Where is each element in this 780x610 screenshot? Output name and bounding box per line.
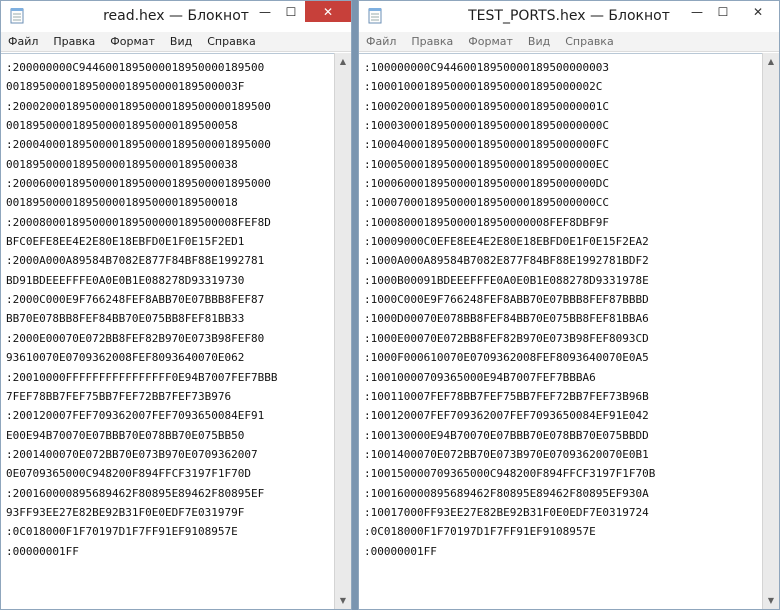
scroll-down-arrow-icon[interactable]: ▼	[763, 592, 779, 609]
menu-bar: Файл Правка Формат Вид Справка	[359, 32, 779, 52]
hex-line: :10010000709365000E94B7007FEF7BBBA6	[364, 370, 596, 384]
hex-line: :10003000189500001895000018950000000C	[364, 119, 610, 133]
hex-line: :2000E00070E072BB8FEF82B970E073B98FEF80	[6, 331, 265, 345]
hex-line: :2000A000A89584B7082E877F84BF88E1992781	[6, 254, 265, 268]
menu-format[interactable]: Формат	[468, 35, 513, 48]
hex-line: 00189500001895000018950000189500038	[6, 157, 238, 171]
hex-line: :200020001895000018950000189500000189500	[6, 99, 271, 113]
scroll-up-arrow-icon[interactable]: ▲	[335, 53, 351, 70]
scroll-up-arrow-icon[interactable]: ▲	[763, 53, 779, 70]
hex-line: :100120007FEF709362007FEF7093650084EF91E…	[364, 409, 649, 423]
maximize-button[interactable]: ☐	[278, 1, 304, 22]
hex-line: :1000E00070E072BB8FEF82B970E073B98FEF809…	[364, 331, 649, 345]
hex-line: :1000A000A89584B7082E877F84BF88E1992781B…	[364, 254, 649, 268]
menu-file[interactable]: Файл	[8, 35, 38, 48]
close-button[interactable]: ✕	[305, 1, 351, 22]
text-editor-area[interactable]: :200000000C9446001895000018950000189500 0…	[1, 53, 334, 609]
minimize-button[interactable]: —	[684, 1, 710, 22]
hex-line: :00000001FF	[364, 544, 437, 558]
hex-line: :1000500018950000189500001895000000EC	[364, 157, 610, 171]
hex-line: :0C018000F1F70197D1F7FF91EF9108957E	[364, 525, 596, 539]
hex-line: 00189500001895000018950000189500058	[6, 119, 238, 133]
hex-line: :1000700018950000189500001895000000CC	[364, 196, 610, 210]
hex-line: :100110007FEF78BB7FEF75BB7FEF72BB7FEF73B…	[364, 389, 649, 403]
hex-line: :1000600018950000189500001895000000DC	[364, 177, 610, 191]
menu-view[interactable]: Вид	[170, 35, 192, 48]
hex-line: :10002000189500001895000018950000001C	[364, 99, 610, 113]
notepad-app-icon[interactable]	[368, 7, 382, 24]
hex-line: BFC0EFE8EE4E2E80E18EBFD0E1F0E15F2ED1	[6, 235, 245, 249]
hex-line: :2000C000E9F766248FEF8ABB70E07BBB8FEF87	[6, 293, 265, 307]
hex-line: :1000400018950000189500001895000000FC	[364, 138, 610, 152]
hex-line: BB70E078BB8FEF84BB70E075BB8FEF81BB33	[6, 312, 245, 326]
hex-content: :100000000C94460018950000189500000003 :10…	[359, 54, 762, 561]
hex-content: :200000000C9446001895000018950000189500 0…	[1, 54, 334, 561]
hex-line: 00189500001895000018950000189500003F	[6, 80, 245, 94]
close-button[interactable]: ✕	[735, 1, 779, 22]
notepad-window-read-hex[interactable]: read.hex — Блокнот — ☐ ✕ Файл Правка Фор…	[0, 0, 352, 610]
hex-line: 0E0709365000C948200F894FFCF3197F1F70D	[6, 467, 252, 481]
hex-line: BD91BDEEEFFFE0A0E0B1E088278D93319730	[6, 273, 245, 287]
hex-line: :100160000895689462F80895E89462F80895EF9…	[364, 486, 649, 500]
window-title: TEST_PORTS.hex — Блокнот	[468, 8, 670, 24]
hex-line: 93610070E0709362008FEF8093640070E062	[6, 351, 245, 365]
hex-line: :200120007FEF709362007FEF7093650084EF91	[6, 409, 265, 423]
hex-line: :10009000C0EFE8EE4E2E80E18EBFD0E1F0E15F2…	[364, 235, 649, 249]
maximize-button[interactable]: ☐	[710, 1, 736, 22]
notepad-app-icon[interactable]	[10, 7, 24, 24]
title-bar[interactable]: TEST_PORTS.hex — Блокнот — ☐ ✕	[359, 1, 779, 32]
hex-line: :1000100018950000189500001895000002C	[364, 80, 603, 94]
notepad-window-test-ports-hex[interactable]: TEST_PORTS.hex — Блокнот — ☐ ✕ Файл Прав…	[358, 0, 780, 610]
hex-line: :100150000709365000C948200F894FFCF3197F1…	[364, 467, 656, 481]
menu-help[interactable]: Справка	[565, 35, 613, 48]
minimize-button[interactable]: —	[252, 1, 278, 22]
hex-line: :1000C000E9F766248FEF8ABB70E07BBB8FEF87B…	[364, 293, 649, 307]
hex-line: E00E94B70070E07BBB70E078BB70E075BB50	[6, 428, 245, 442]
hex-line: :1000B00091BDEEEFFFE0A0E0B1E088278D93319…	[364, 273, 649, 287]
menu-file[interactable]: Файл	[366, 35, 396, 48]
hex-line: :20010000FFFFFFFFFFFFFFFF0E94B7007FEF7BB…	[6, 370, 278, 384]
hex-line: :1001400070E072BB70E073B970E07093620070E…	[364, 447, 649, 461]
title-bar[interactable]: read.hex — Блокнот — ☐ ✕	[1, 1, 351, 32]
hex-line: :200000000C9446001895000018950000189500	[6, 61, 265, 74]
hex-line: :100080001895000018950000008FEF8DBF9F	[364, 215, 610, 229]
hex-line: :100130000E94B70070E07BBB70E078BB70E075B…	[364, 428, 649, 442]
hex-line: :2000800018950000189500000189500008FEF8D	[6, 215, 271, 229]
hex-line: :200040001895000018950000189500001895000	[6, 138, 271, 152]
hex-line: :00000001FF	[6, 544, 79, 558]
hex-line: 00189500001895000018950000189500018	[6, 196, 238, 210]
hex-line: :2001400070E072BB70E073B970E0709362007	[6, 447, 258, 461]
hex-line: :10017000FF93EE27E82BE92B31F0E0EDF7E0319…	[364, 505, 649, 519]
hex-line: :1000D00070E078BB8FEF84BB70E075BB8FEF81B…	[364, 312, 649, 326]
window-title: read.hex — Блокнот	[103, 8, 249, 24]
scroll-down-arrow-icon[interactable]: ▼	[335, 592, 351, 609]
hex-line: :200060001895000018950000189500001895000	[6, 177, 271, 191]
hex-line: :0C018000F1F70197D1F7FF91EF9108957E	[6, 525, 238, 539]
hex-line: :100000000C94460018950000189500000003	[364, 61, 610, 74]
menu-format[interactable]: Формат	[110, 35, 155, 48]
hex-line: 93FF93EE27E82BE92B31F0E0EDF7E031979F	[6, 505, 245, 519]
vertical-scrollbar[interactable]: ▲ ▼	[762, 53, 779, 609]
menu-help[interactable]: Справка	[207, 35, 255, 48]
text-editor-area[interactable]: :100000000C94460018950000189500000003 :10…	[359, 53, 762, 609]
hex-line: :1000F000610070E0709362008FEF8093640070E…	[364, 351, 649, 365]
vertical-scrollbar[interactable]: ▲ ▼	[334, 53, 351, 609]
hex-line: 7FEF78BB7FEF75BB7FEF72BB7FEF73B976	[6, 389, 232, 403]
menu-view[interactable]: Вид	[528, 35, 550, 48]
menu-edit[interactable]: Правка	[411, 35, 453, 48]
menu-bar: Файл Правка Формат Вид Справка	[1, 32, 351, 52]
menu-edit[interactable]: Правка	[53, 35, 95, 48]
hex-line: :200160000895689462F80895E89462F80895EF	[6, 486, 265, 500]
